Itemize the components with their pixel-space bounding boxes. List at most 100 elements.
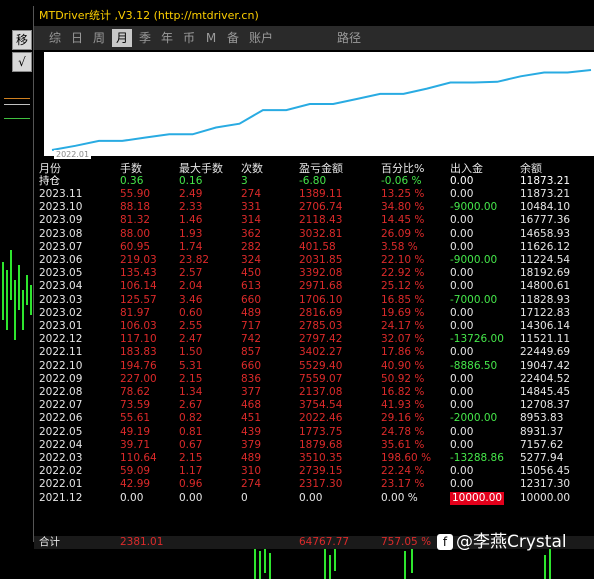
menu-item-path[interactable]: 路径: [334, 29, 364, 47]
cell-percent: 16.85 %: [381, 293, 425, 306]
cell-percent: 22.10 %: [381, 254, 425, 266]
cell-percent: 22.24 %: [381, 465, 425, 478]
watermark-text: @李燕Crystal: [456, 532, 567, 552]
cell-profit: 1773.75: [299, 425, 343, 438]
cell-max-lots: 2.55: [179, 320, 203, 332]
menu-item-week[interactable]: 周: [90, 29, 108, 47]
cell-profit: 0.00: [299, 491, 323, 504]
menu-item-year[interactable]: 年: [158, 29, 176, 47]
cell-lots: 183.83: [120, 346, 157, 359]
cell-lots: 219.03: [120, 254, 157, 266]
header-month: 月份: [39, 162, 61, 175]
cell-lots: 49.19: [120, 425, 151, 438]
position-lots: 0.36: [120, 175, 144, 187]
cell-trades: 613: [241, 280, 262, 293]
cell-max-lots: 0.60: [179, 306, 203, 319]
cell-deposit: 0.00: [450, 320, 474, 332]
cell-max-lots: 2.04: [179, 280, 203, 293]
table-row: 2022.08 78.62 1.34 377 2137.08 16.82 % 0.00 148…: [34, 386, 594, 399]
candles-left: [2, 250, 32, 340]
cell-profit: 2739.15: [299, 465, 343, 478]
cell-balance: 11828.93: [520, 293, 571, 306]
cell-max-lots: 2.15: [179, 452, 203, 464]
cell-deposit: 0.00: [450, 438, 474, 451]
period-menu: 综 日 周 月 季 年 币 M 备 账户 路径: [34, 26, 594, 50]
cell-max-lots: 2.57: [179, 267, 203, 280]
cell-percent: 50.92 %: [381, 372, 425, 385]
cell-percent: 24.78 %: [381, 425, 425, 438]
cell-percent: 198.60 %: [381, 452, 432, 464]
cell-deposit: 0.00: [450, 188, 474, 200]
cell-trades: 660: [241, 359, 262, 372]
cell-trades: 489: [241, 452, 262, 464]
table-row: 2023.05 135.43 2.57 450 3392.08 22.92 % 0.00 18…: [34, 267, 594, 280]
cell-month: 2023.03: [39, 293, 83, 306]
cell-trades: 857: [241, 346, 262, 359]
cell-balance: 12708.37: [520, 399, 571, 412]
cell-balance: 14800.61: [520, 280, 571, 293]
menu-item-summary[interactable]: 综: [46, 29, 64, 47]
table-row: 2023.04 106.14 2.04 613 2971.68 25.12 % 0.00 14…: [34, 280, 594, 293]
cell-profit: 2137.08: [299, 386, 343, 398]
table-row: 2022.03 110.64 2.15 489 3510.35 198.60 % -1328…: [34, 452, 594, 465]
cell-balance: 10484.10: [520, 201, 571, 214]
cell-month: 2022.08: [39, 386, 83, 398]
cell-lots: 55.90: [120, 188, 151, 200]
table-row: 2023.02 81.97 0.60 489 2816.69 19.69 % 0.00 171…: [34, 307, 594, 320]
table-row: 2023.11 55.90 2.49 274 1389.11 13.25 % 0.00 118…: [34, 188, 594, 201]
table-row: 2022.11 183.83 1.50 857 3402.27 17.86 % 0.00 22…: [34, 346, 594, 359]
cell-deposit: 0.00: [450, 465, 474, 478]
cell-percent: 29.16 %: [381, 412, 425, 425]
position-deposit: 0.00: [450, 175, 474, 187]
cell-lots: 60.95: [120, 240, 151, 253]
cell-lots: 227.00: [120, 372, 157, 385]
cell-trades: 742: [241, 333, 262, 346]
table-row: 2022.01 42.99 0.96 274 2317.30 23.17 % 0.00 123…: [34, 478, 594, 491]
cell-deposit: -2000.00: [450, 412, 498, 425]
cell-trades: 331: [241, 201, 262, 214]
cell-balance: 12317.30: [520, 478, 571, 491]
cell-profit: 3510.35: [299, 452, 343, 464]
cell-trades: 314: [241, 214, 262, 227]
menu-item-backup[interactable]: 备: [224, 29, 242, 47]
cell-max-lots: 23.82: [179, 254, 210, 266]
menu-item-account[interactable]: 账户: [246, 29, 276, 47]
total-label: 合计: [39, 536, 60, 548]
menu-item-m[interactable]: M: [202, 29, 220, 47]
cell-month: 2023.06: [39, 254, 83, 266]
menu-item-currency[interactable]: 币: [180, 29, 198, 47]
menu-item-day[interactable]: 日: [68, 29, 86, 47]
header-balance: 余额: [520, 162, 542, 175]
cell-month: 2022.02: [39, 465, 83, 478]
cell-max-lots: 0.82: [179, 412, 203, 425]
cell-deposit: 0.00: [450, 280, 474, 293]
header-trades: 次数: [241, 162, 263, 175]
cell-profit: 2022.46: [299, 412, 343, 425]
position-percent: -0.06 %: [381, 175, 422, 187]
cell-month: 2021.12: [39, 491, 83, 504]
table-row: 2023.06 219.03 23.82 324 2031.85 22.10 % -9000…: [34, 254, 594, 267]
chart-start-label: 2022.01: [54, 150, 92, 159]
cell-max-lots: 2.33: [179, 201, 203, 214]
cell-balance: 18192.69: [520, 267, 571, 280]
cell-lots: 106.03: [120, 320, 157, 332]
cell-profit: 2118.43: [299, 214, 343, 227]
cell-percent: 35.61 %: [381, 438, 425, 451]
cell-profit: 7559.07: [299, 372, 343, 385]
cell-percent: 34.80 %: [381, 201, 425, 214]
cell-lots: 117.10: [120, 333, 157, 346]
position-profit: -6.80: [299, 175, 327, 187]
cell-percent: 24.17 %: [381, 320, 425, 332]
menu-item-quarter[interactable]: 季: [136, 29, 154, 47]
cell-max-lots: 1.50: [179, 346, 203, 359]
cell-trades: 439: [241, 425, 262, 438]
menu-item-month[interactable]: 月: [112, 29, 132, 47]
cell-balance: 5277.94: [520, 452, 564, 464]
cell-max-lots: 1.93: [179, 227, 203, 240]
header-lots: 手数: [120, 162, 142, 175]
total-lots: 2381.01: [120, 536, 164, 548]
cell-lots: 125.57: [120, 293, 157, 306]
cell-max-lots: 2.47: [179, 333, 203, 346]
cell-trades: 377: [241, 386, 262, 398]
cell-month: 2022.05: [39, 425, 83, 438]
